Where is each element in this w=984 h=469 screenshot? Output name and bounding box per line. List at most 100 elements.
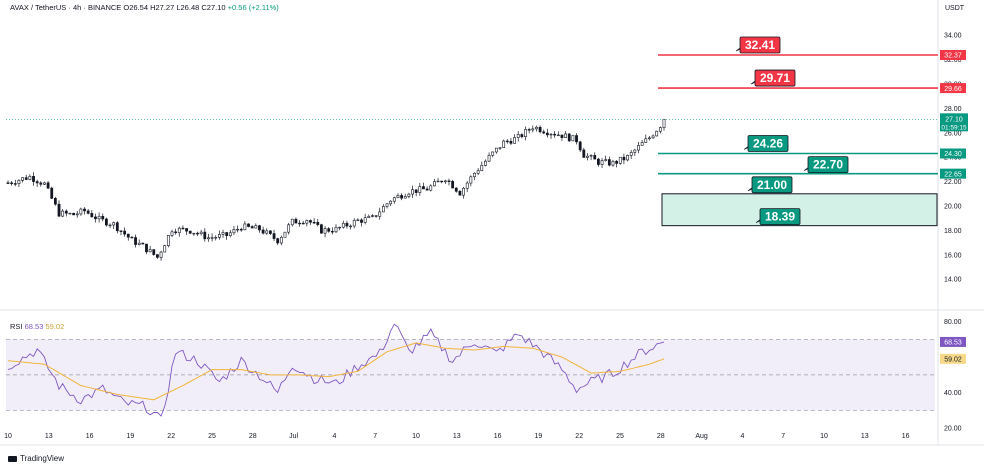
brand-name: TradingView bbox=[20, 454, 65, 463]
candle bbox=[556, 134, 560, 137]
candle bbox=[61, 210, 65, 217]
candle bbox=[542, 131, 546, 134]
symbol-name[interactable]: AVAX / TetherUS · 4h · BINANCE bbox=[10, 3, 121, 12]
candle bbox=[389, 200, 393, 205]
candle bbox=[225, 232, 229, 236]
candle bbox=[531, 128, 535, 131]
countdown-label: 01:59:15 bbox=[941, 124, 967, 131]
candle bbox=[254, 225, 258, 229]
axis-level-tag-label: 29.66 bbox=[944, 86, 962, 93]
time-tick-label: 10 bbox=[412, 433, 420, 440]
time-tick-label: 22 bbox=[575, 433, 583, 440]
candle bbox=[228, 232, 232, 236]
candle bbox=[250, 226, 254, 229]
candle bbox=[381, 206, 385, 213]
candle bbox=[137, 242, 141, 245]
time-tick-label: 4 bbox=[332, 433, 336, 440]
candle bbox=[345, 222, 349, 227]
candle bbox=[309, 220, 312, 223]
candle bbox=[458, 191, 462, 196]
candle bbox=[443, 180, 447, 183]
candle bbox=[396, 195, 400, 199]
price-tick-label: 16.00 bbox=[944, 252, 962, 259]
candle bbox=[476, 170, 480, 174]
candle bbox=[294, 218, 298, 224]
candle bbox=[363, 217, 367, 223]
level-callout-label: 22.70 bbox=[813, 158, 843, 172]
currency-label: USDT bbox=[945, 5, 965, 12]
candle bbox=[79, 208, 83, 215]
time-tick-label: 19 bbox=[535, 433, 543, 440]
time-tick-label: 25 bbox=[208, 433, 216, 440]
candle bbox=[123, 230, 127, 235]
candle bbox=[484, 160, 487, 166]
candle bbox=[134, 237, 137, 245]
candle bbox=[589, 155, 593, 157]
candle bbox=[425, 188, 429, 191]
candle bbox=[287, 224, 291, 233]
level-callout-label: 29.71 bbox=[760, 71, 790, 85]
candle bbox=[440, 180, 444, 183]
candle bbox=[39, 182, 43, 185]
candle bbox=[163, 245, 167, 253]
candle bbox=[261, 229, 265, 234]
candle bbox=[465, 182, 469, 189]
time-tick-label: 10 bbox=[820, 433, 828, 440]
candle bbox=[119, 230, 123, 232]
candle bbox=[553, 133, 557, 136]
level-callout-label: 18.39 bbox=[765, 210, 795, 224]
ohlc-values: O26.54 H27.27 L26.48 C27.10 bbox=[123, 3, 226, 12]
price-tick-label: 14.00 bbox=[944, 277, 962, 284]
candle bbox=[644, 138, 648, 143]
candle bbox=[141, 242, 145, 245]
candle bbox=[298, 222, 301, 225]
candle bbox=[597, 158, 600, 165]
candle bbox=[385, 203, 389, 207]
candle bbox=[21, 177, 24, 181]
candle bbox=[166, 235, 170, 246]
candle bbox=[276, 238, 280, 244]
candle bbox=[86, 210, 90, 214]
candle bbox=[243, 223, 247, 231]
candle bbox=[662, 119, 666, 128]
candle bbox=[604, 159, 608, 161]
candle bbox=[414, 189, 418, 193]
candle bbox=[462, 187, 465, 196]
candle bbox=[148, 249, 152, 253]
candle bbox=[651, 135, 655, 139]
candle bbox=[283, 231, 287, 238]
price-tick-label: 22.00 bbox=[944, 179, 962, 186]
candle bbox=[538, 126, 542, 133]
rsi-ma-value: 59.02 bbox=[45, 322, 65, 331]
candle bbox=[498, 147, 502, 149]
candle bbox=[509, 141, 513, 144]
candle bbox=[535, 126, 538, 130]
time-tick-label: 16 bbox=[86, 433, 94, 440]
candle bbox=[658, 127, 662, 132]
candle bbox=[436, 180, 440, 183]
candle bbox=[232, 229, 236, 234]
candle bbox=[152, 249, 156, 255]
tradingview-logo[interactable]: TradingView bbox=[8, 454, 64, 463]
candle bbox=[360, 219, 363, 223]
time-tick-label: 16 bbox=[494, 433, 502, 440]
price-chart[interactable]: 14.0016.0018.0020.0022.0024.0026.0028.00… bbox=[0, 0, 984, 469]
candle bbox=[494, 147, 498, 153]
candle bbox=[199, 231, 203, 235]
candle bbox=[418, 186, 422, 193]
candle bbox=[188, 230, 192, 234]
candle bbox=[210, 237, 214, 239]
candle bbox=[578, 141, 582, 151]
time-tick-label: 13 bbox=[453, 433, 461, 440]
candle bbox=[327, 228, 331, 232]
candle bbox=[174, 231, 178, 234]
candle bbox=[505, 140, 509, 143]
time-tick-label: 7 bbox=[373, 433, 377, 440]
rsi-name[interactable]: RSI bbox=[10, 322, 23, 331]
candle bbox=[28, 175, 32, 180]
candle bbox=[24, 177, 28, 180]
candle bbox=[513, 137, 516, 144]
candle bbox=[367, 216, 371, 219]
candle bbox=[400, 195, 403, 199]
candle bbox=[349, 225, 352, 228]
